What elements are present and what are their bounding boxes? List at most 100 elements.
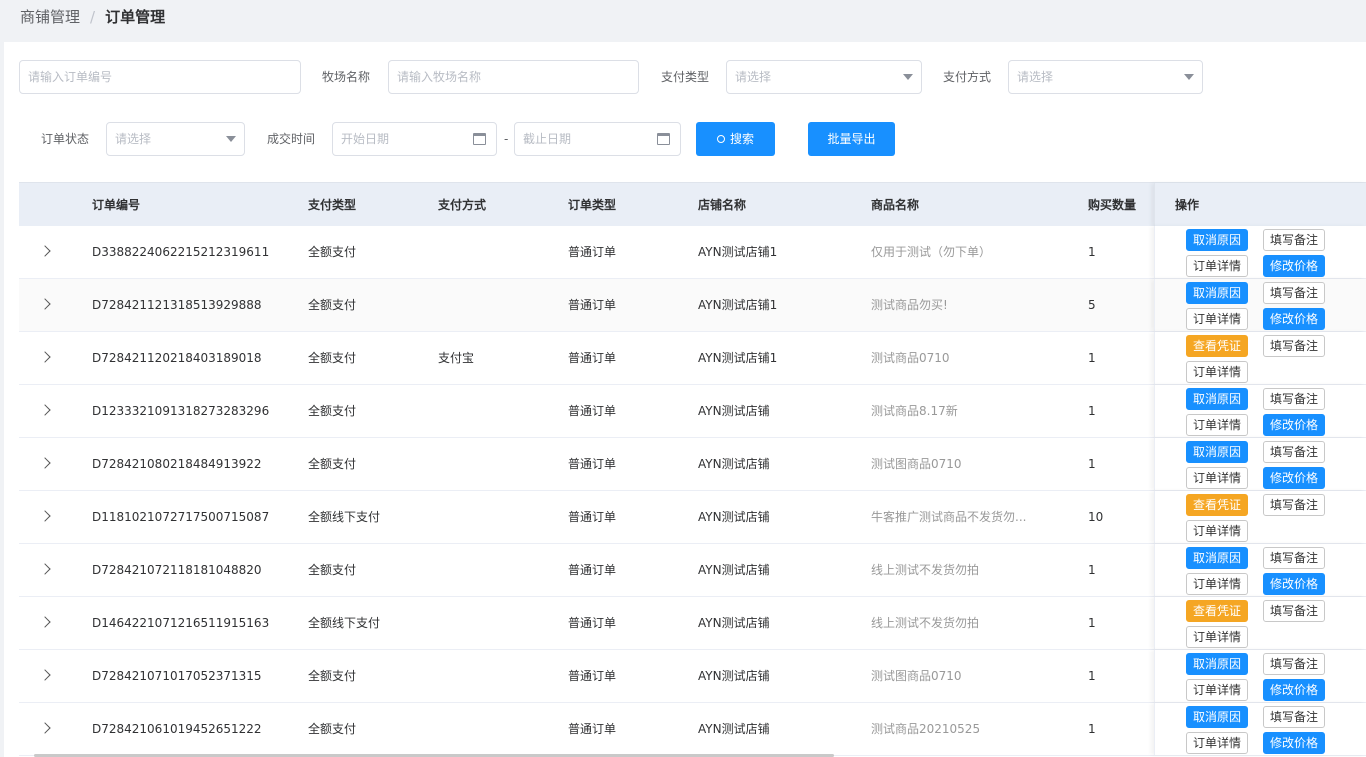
expand-chevron-icon[interactable] [39, 351, 51, 363]
expand-chevron-icon[interactable] [39, 722, 51, 734]
product-cell: 牛客推广测试商品不发货勿... [871, 510, 1027, 524]
breadcrumb-parent[interactable]: 商铺管理 [20, 8, 80, 26]
view-voucher-button[interactable]: 查看凭证 [1186, 600, 1248, 622]
view-voucher-button[interactable]: 查看凭证 [1186, 335, 1248, 357]
table-row[interactable]: D1464221071216511915163 全额线下支付 普通订单 AYN测试店铺… [19, 597, 1366, 650]
qty-cell: 1 [1088, 722, 1096, 736]
order-no-cell: D3388224062215212319611 [92, 245, 270, 259]
order-type-cell: 普通订单 [568, 404, 617, 418]
expand-chevron-icon[interactable] [39, 457, 51, 469]
order-no-cell: D1233321091318273283296 [92, 404, 270, 418]
add-note-button[interactable]: 填写备注 [1263, 388, 1325, 410]
order-type-cell: 普通订单 [568, 510, 617, 524]
edit-price-button[interactable]: 修改价格 [1263, 679, 1325, 701]
calendar-icon[interactable] [657, 133, 670, 145]
order-detail-button[interactable]: 订单详情 [1186, 626, 1248, 648]
table-row[interactable]: D728421061019452651222 全额支付 普通订单 AYN测试店铺 测试商… [19, 703, 1366, 756]
table-row[interactable]: D728421121318513929888 全额支付 普通订单 AYN测试店铺1 测试… [19, 279, 1366, 332]
pay-type-cell: 全额支付 [308, 563, 357, 577]
qty-cell: 1 [1088, 351, 1096, 365]
cancel-reason-button[interactable]: 取消原因 [1186, 282, 1248, 304]
product-cell: 测试商品0710 [871, 351, 950, 365]
product-cell: 测试商品8.17新 [871, 404, 958, 418]
edit-price-button[interactable]: 修改价格 [1263, 255, 1325, 277]
order-detail-button[interactable]: 订单详情 [1186, 520, 1248, 542]
order-detail-button[interactable]: 订单详情 [1186, 361, 1248, 383]
farm-input[interactable]: 请输入牧场名称 [388, 60, 639, 94]
table-row[interactable]: D728421120218403189018 全额支付 支付宝 普通订单 AYN测试店铺… [19, 332, 1366, 385]
breadcrumb: 商铺管理 / 订单管理 [20, 6, 165, 27]
order-no-input[interactable]: 请输入订单编号 [19, 60, 301, 94]
order-no-cell: D1464221071216511915163 [92, 616, 270, 630]
dropdown-arrow-icon [1184, 74, 1194, 80]
table-row[interactable]: D728421071017052371315 全额支付 普通订单 AYN测试店铺 测试图… [19, 650, 1366, 703]
pay-type-cell: 全额支付 [308, 457, 357, 471]
order-detail-button[interactable]: 订单详情 [1186, 573, 1248, 595]
add-note-button[interactable]: 填写备注 [1263, 494, 1325, 516]
cancel-reason-button[interactable]: 取消原因 [1186, 547, 1248, 569]
cancel-reason-button[interactable]: 取消原因 [1186, 229, 1248, 251]
order-type-cell: 普通订单 [568, 457, 617, 471]
expand-chevron-icon[interactable] [39, 563, 51, 575]
table-row[interactable]: D728421080218484913922 全额支付 普通订单 AYN测试店铺 测试图… [19, 438, 1366, 491]
shop-cell: AYN测试店铺 [698, 510, 770, 524]
order-detail-button[interactable]: 订单详情 [1186, 679, 1248, 701]
add-note-button[interactable]: 填写备注 [1263, 335, 1325, 357]
cancel-reason-button[interactable]: 取消原因 [1186, 441, 1248, 463]
search-button[interactable]: 搜索 [696, 122, 775, 156]
table-row[interactable]: D1233321091318273283296 全额支付 普通订单 AYN测试店铺 测试… [19, 385, 1366, 438]
cancel-reason-button[interactable]: 取消原因 [1186, 653, 1248, 675]
expand-chevron-icon[interactable] [39, 404, 51, 416]
edit-price-button[interactable]: 修改价格 [1263, 414, 1325, 436]
time-label: 成交时间 [267, 132, 316, 146]
table-row[interactable]: D728421072118181048820 全额支付 普通订单 AYN测试店铺 线上测… [19, 544, 1366, 597]
order-type-cell: 普通订单 [568, 563, 617, 577]
top-bar: 商铺管理 / 订单管理 [0, 0, 1366, 42]
expand-chevron-icon[interactable] [39, 510, 51, 522]
add-note-button[interactable]: 填写备注 [1263, 547, 1325, 569]
expand-chevron-icon[interactable] [39, 669, 51, 681]
pay-method-select[interactable]: 请选择 [1008, 60, 1203, 94]
status-placeholder: 请选择 [115, 132, 152, 146]
edit-price-button[interactable]: 修改价格 [1263, 573, 1325, 595]
pay-type-cell: 全额支付 [308, 722, 357, 736]
header-order-no: 订单编号 [92, 198, 141, 212]
start-date-input[interactable]: 开始日期 [332, 122, 497, 156]
order-detail-button[interactable]: 订单详情 [1186, 467, 1248, 489]
add-note-button[interactable]: 填写备注 [1263, 600, 1325, 622]
order-no-cell: D728421061019452651222 [92, 722, 262, 736]
table-row[interactable]: D1181021072717500715087 全额线下支付 普通订单 AYN测试店铺… [19, 491, 1366, 544]
pay-type-select[interactable]: 请选择 [726, 60, 922, 94]
add-note-button[interactable]: 填写备注 [1263, 706, 1325, 728]
actions-cell: 取消原因 填写备注 订单详情 修改价格 [1154, 703, 1366, 755]
order-detail-button[interactable]: 订单详情 [1186, 255, 1248, 277]
order-type-cell: 普通订单 [568, 245, 617, 259]
header-pay-method: 支付方式 [438, 198, 487, 212]
cancel-reason-button[interactable]: 取消原因 [1186, 388, 1248, 410]
edit-price-button[interactable]: 修改价格 [1263, 308, 1325, 330]
order-detail-button[interactable]: 订单详情 [1186, 732, 1248, 754]
end-date-input[interactable]: 截止日期 [514, 122, 681, 156]
order-no-cell: D728421080218484913922 [92, 457, 262, 471]
expand-chevron-icon[interactable] [39, 245, 51, 257]
expand-chevron-icon[interactable] [39, 298, 51, 310]
order-no-cell: D728421071017052371315 [92, 669, 262, 683]
edit-price-button[interactable]: 修改价格 [1263, 732, 1325, 754]
table-row[interactable]: D3388224062215212319611 全额支付 普通订单 AYN测试店铺1 仅… [19, 226, 1366, 279]
header-product: 商品名称 [871, 198, 920, 212]
pay-type-cell: 全额线下支付 [308, 510, 381, 524]
add-note-button[interactable]: 填写备注 [1263, 441, 1325, 463]
add-note-button[interactable]: 填写备注 [1263, 229, 1325, 251]
qty-cell: 1 [1088, 616, 1096, 630]
view-voucher-button[interactable]: 查看凭证 [1186, 494, 1248, 516]
calendar-icon[interactable] [473, 133, 486, 145]
edit-price-button[interactable]: 修改价格 [1263, 467, 1325, 489]
add-note-button[interactable]: 填写备注 [1263, 653, 1325, 675]
expand-chevron-icon[interactable] [39, 616, 51, 628]
status-select[interactable]: 请选择 [106, 122, 245, 156]
add-note-button[interactable]: 填写备注 [1263, 282, 1325, 304]
order-detail-button[interactable]: 订单详情 [1186, 308, 1248, 330]
cancel-reason-button[interactable]: 取消原因 [1186, 706, 1248, 728]
order-detail-button[interactable]: 订单详情 [1186, 414, 1248, 436]
export-button[interactable]: 批量导出 [808, 122, 895, 156]
